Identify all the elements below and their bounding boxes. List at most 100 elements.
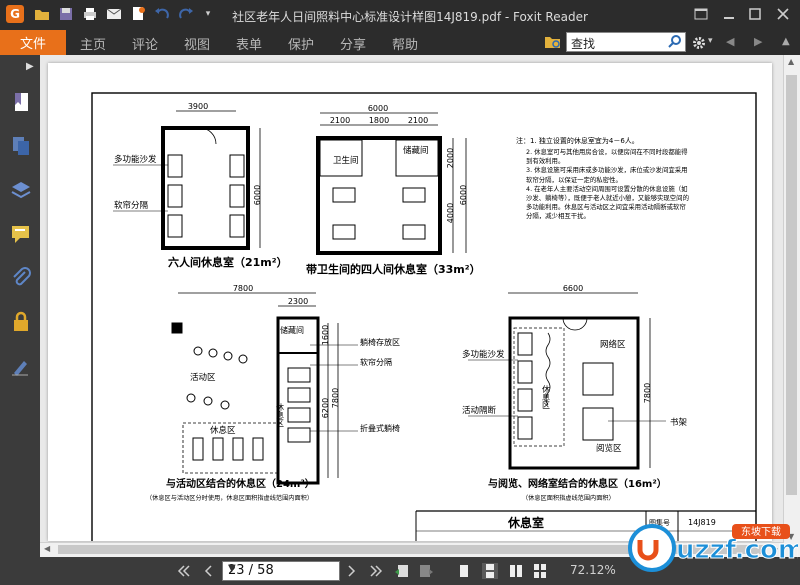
search-placeholder: 查找 <box>571 37 596 51</box>
r3-dim-total-h: 7800 <box>331 388 340 408</box>
new-document-icon[interactable] <box>130 6 146 22</box>
search-icon[interactable] <box>668 34 682 52</box>
r2-label-wc: 卫生间 <box>333 155 359 166</box>
r3-label-curtain: 软帘分隔 <box>360 357 392 367</box>
signature-pen-icon[interactable] <box>10 355 32 377</box>
panel-expand-icon[interactable]: ▶ <box>26 61 34 72</box>
r3-dim-width: 7800 <box>233 284 253 293</box>
layers-icon[interactable] <box>10 179 32 201</box>
single-page-view-icon[interactable] <box>456 563 472 579</box>
room-six-bed <box>113 110 261 250</box>
ribbon-collapse-icon[interactable]: ▲ <box>782 36 790 47</box>
r2-dim-b: 1800 <box>369 116 389 125</box>
r2-dim-h2: 4000 <box>446 203 455 223</box>
page-dropdown-icon[interactable]: ▼ <box>228 563 336 574</box>
settings-dropdown-icon[interactable]: ▾ <box>708 36 713 46</box>
r4-label-partition: 活动隔断 <box>462 405 497 416</box>
r1-label-curtain: 软帘分隔 <box>114 200 149 211</box>
r4-dim-total-h: 7800 <box>643 383 652 403</box>
navigation-panel: ▶ <box>0 55 40 557</box>
scroll-left-icon[interactable]: ◀ <box>44 544 50 553</box>
r3-caption: 与活动区结合的休息区（24m²） <box>166 477 315 490</box>
note-3: 3. 休息设施可采用床或多功能沙发，床位或沙发间宜采用软帘分隔，以保证一定的私密… <box>526 166 688 184</box>
next-page-icon[interactable] <box>344 563 360 579</box>
security-lock-icon[interactable] <box>10 311 32 333</box>
vertical-scroll-thumb[interactable] <box>786 75 797 495</box>
open-folder-icon[interactable] <box>34 6 50 22</box>
watermark-text: uzzf.com <box>676 535 798 565</box>
design-notes: 注：1. 独立设置的休息室宜为4－6人。 2. 休息室可与其他用房合设，以便房间… <box>516 136 689 221</box>
document-viewport[interactable]: 3900 6000 多功能沙发 软帘分隔 六人间休息室（21m²） 6000 2… <box>40 55 800 557</box>
close-icon[interactable] <box>770 4 796 24</box>
zoom-level[interactable]: 72.12% <box>570 563 616 577</box>
r1-dim-width: 3900 <box>188 102 208 111</box>
room-four-bed <box>316 112 467 255</box>
minimize-icon[interactable] <box>716 4 742 24</box>
r4-label-net: 网络区 <box>600 339 626 350</box>
comments-icon[interactable] <box>10 223 32 245</box>
r2-dim-c: 2100 <box>408 116 428 125</box>
architectural-drawing: 3900 6000 多功能沙发 软帘分隔 六人间休息室（21m²） 6000 2… <box>91 92 757 541</box>
note-2: 2. 休息室可与其他用房合设，以便房间在不同时段都能得到有效利用。 <box>526 148 688 166</box>
tab-comment[interactable]: 评论 <box>132 34 158 53</box>
r3-dim-h1: 1600 <box>321 325 330 345</box>
tab-protect[interactable]: 保护 <box>288 34 314 53</box>
page-number-field[interactable]: 23 / 58 ▼ <box>222 561 340 581</box>
tab-form[interactable]: 表单 <box>236 34 262 53</box>
next-view-icon[interactable] <box>418 563 434 579</box>
r4-subcaption: （休息区面积指虚线范围内面积） <box>522 494 615 502</box>
facing-view-icon[interactable] <box>508 563 524 579</box>
r4-label-rest: 休息区 <box>542 384 551 409</box>
folder-search-icon[interactable] <box>544 34 562 54</box>
titleblock-name: 休息室 <box>507 515 544 530</box>
watermark-subtext: 东坡下载 <box>741 525 781 538</box>
r2-label-storage: 储藏间 <box>403 145 429 156</box>
undo-icon[interactable] <box>154 6 170 22</box>
continuous-facing-view-icon[interactable] <box>532 563 548 579</box>
note-1: 注：1. 独立设置的休息室宜为4－6人。 <box>516 136 639 145</box>
tab-share[interactable]: 分享 <box>340 34 366 53</box>
uzzf-watermark: uzzf.com 东坡下载 <box>620 518 800 576</box>
r3-label-rest: 休息区 <box>210 425 236 436</box>
note-4: 4. 在老年人主要活动空间周围可设置分散的休息设施（如沙发、躺椅等），既便于老人… <box>526 184 689 221</box>
uzzf-logo-icon: uzzf.com 东坡下载 <box>628 524 800 572</box>
previous-page-icon[interactable] <box>200 563 216 579</box>
foxit-logo-icon[interactable]: G <box>6 5 24 23</box>
redo-icon[interactable] <box>178 6 194 22</box>
r1-label-sofa: 多功能沙发 <box>114 154 157 165</box>
r3-subcaption: （休息区与活动区分时使用，休息区面积指虚线范围内面积） <box>146 494 313 502</box>
gear-icon[interactable] <box>692 35 706 54</box>
r2-dim-h1: 2000 <box>446 148 455 168</box>
attachment-icon[interactable] <box>10 267 32 289</box>
tab-file[interactable]: 文件 <box>0 30 66 55</box>
r3-label-storage: 储藏间 <box>280 325 304 335</box>
r2-dim-total-h: 6000 <box>459 185 468 205</box>
room-reading-rest <box>468 292 666 470</box>
restore-window-icon[interactable] <box>688 4 714 24</box>
r4-label-shelf: 书架 <box>670 417 688 428</box>
r4-label-read: 阅览区 <box>596 443 622 454</box>
continuous-view-icon[interactable] <box>482 563 498 579</box>
email-icon[interactable] <box>106 6 122 22</box>
tab-help[interactable]: 帮助 <box>392 34 418 53</box>
last-page-icon[interactable] <box>368 563 384 579</box>
tab-view[interactable]: 视图 <box>184 34 210 53</box>
page-thumbnails-icon[interactable] <box>10 135 32 157</box>
vertical-scrollbar[interactable]: ▲ ▼ <box>783 55 800 557</box>
notes-block: 2. 休息室可与其他用房合设，以便房间在不同时段都能得到有效利用。 3. 休息设… <box>526 148 689 221</box>
nav-back-icon[interactable]: ◀ <box>726 35 734 48</box>
nav-forward-icon[interactable]: ▶ <box>754 35 762 48</box>
first-page-icon[interactable] <box>176 563 192 579</box>
save-icon[interactable] <box>58 6 74 22</box>
window-title: 社区老年人日间照料中心标准设计样图14J819.pdf - Foxit Read… <box>232 10 588 24</box>
r4-dim-width: 6600 <box>563 284 583 293</box>
r3-dim-h2: 6200 <box>321 398 330 418</box>
maximize-icon[interactable] <box>742 4 768 24</box>
scroll-up-icon[interactable]: ▲ <box>788 57 794 66</box>
r2-dim-total: 6000 <box>368 104 388 113</box>
print-icon[interactable] <box>82 6 98 22</box>
previous-view-icon[interactable] <box>394 563 410 579</box>
bookmark-icon[interactable] <box>10 91 32 113</box>
tab-home[interactable]: 主页 <box>80 34 106 53</box>
search-input[interactable]: 查找 <box>566 32 686 52</box>
